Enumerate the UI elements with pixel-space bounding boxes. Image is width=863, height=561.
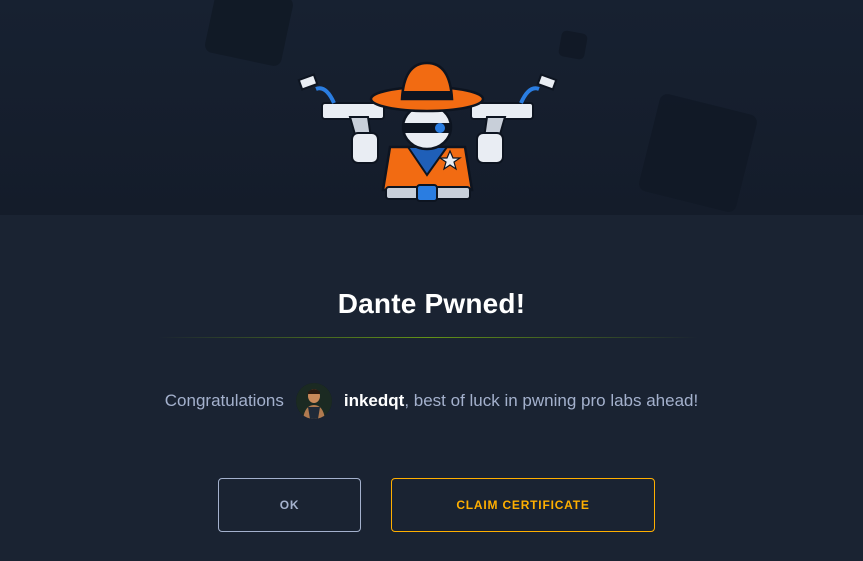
ok-button[interactable]: OK: [218, 478, 361, 532]
modal-title: Dante Pwned!: [337, 288, 526, 319]
user-avatar-icon: [295, 383, 332, 419]
decorative-square: [637, 92, 759, 214]
left-revolver-icon: [297, 73, 385, 164]
title-divider: [158, 337, 698, 338]
congrats-message: Congratulations inkedqt , best of luck i…: [0, 379, 863, 423]
message-suffix: , best of luck in pwning pro labs ahead!: [404, 391, 699, 410]
username: inkedqt: [343, 391, 405, 410]
avatar: [295, 383, 332, 419]
hero-banner: [0, 0, 863, 215]
claim-certificate-button[interactable]: CLAIM CERTIFICATE: [391, 478, 655, 532]
decorative-square: [203, 0, 295, 68]
cowboy-mascot-icon: [297, 61, 558, 202]
right-revolver-icon: [470, 73, 558, 164]
message-prefix: Congratulations: [164, 391, 284, 410]
